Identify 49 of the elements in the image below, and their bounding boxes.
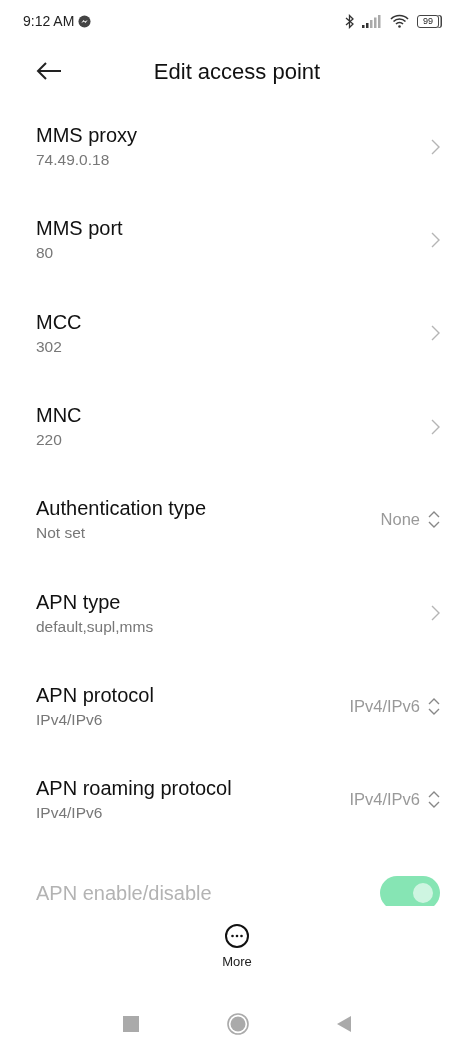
selected-option: IPv4/IPv6 (349, 694, 420, 719)
setting-value: IPv4/IPv6 (36, 709, 104, 730)
setting-title: APN type (36, 589, 122, 614)
setting-title: APN protocol (36, 682, 154, 707)
settings-item[interactable]: APN protocol IPv4/IPv6 IPv4/IPv6 (0, 659, 474, 754)
setting-value: 74.49.0.18 (36, 150, 111, 171)
settings-item[interactable]: MCC 302 (0, 286, 474, 380)
setting-title: Authentication type (36, 496, 207, 521)
status-time: 9:12 AM (23, 11, 75, 31)
setting-value: IPv4/IPv6 (36, 803, 104, 824)
up-down-icon (428, 697, 440, 715)
settings-item[interactable]: APN roaming protocol IPv4/IPv6 IPv4/IPv6 (0, 753, 474, 847)
setting-value: 220 (36, 429, 63, 450)
messenger-icon (78, 14, 92, 28)
settings-item[interactable]: Authentication type Not set None (0, 473, 474, 567)
battery-level: 99 (417, 14, 439, 28)
setting-title: MNC (36, 402, 82, 427)
setting-title: MMS proxy (36, 123, 138, 148)
signal-icon (362, 14, 382, 28)
setting-value: default,supl,mms (36, 616, 154, 637)
settings-item[interactable]: MMS port 80 (0, 193, 474, 287)
settings-item[interactable]: MNC 220 (0, 379, 474, 474)
chevron-right-icon (431, 605, 440, 622)
setting-title: MMS port (36, 216, 123, 241)
settings-item[interactable]: APN type default,supl,mms (0, 566, 474, 660)
chevron-right-icon (431, 138, 440, 155)
setting-value: Not set (36, 523, 87, 544)
selected-option: IPv4/IPv6 (349, 787, 420, 813)
bluetooth-icon (345, 13, 354, 29)
back-button[interactable] (36, 62, 62, 80)
up-down-icon (428, 791, 440, 809)
settings-item[interactable]: MMS proxy 74.49.0.18 (0, 100, 474, 194)
setting-title: MCC (36, 309, 82, 334)
setting-title: APN roaming protocol (36, 776, 232, 801)
chevron-right-icon (431, 418, 440, 435)
chevron-right-icon (431, 325, 440, 342)
selected-option: None (380, 507, 420, 533)
home-button[interactable] (227, 1012, 249, 1035)
back-nav-button[interactable] (337, 1015, 351, 1032)
page-title: Edit access point (153, 57, 321, 86)
more-button[interactable]: More (222, 924, 252, 996)
setting-value: 302 (36, 336, 63, 357)
wifi-icon (390, 14, 409, 28)
setting-title: APN enable/disable (36, 881, 212, 905)
setting-value: 80 (36, 243, 55, 264)
more-icon (225, 924, 249, 948)
chevron-right-icon (431, 231, 440, 248)
up-down-icon (428, 511, 440, 529)
recents-button[interactable] (123, 1015, 139, 1032)
